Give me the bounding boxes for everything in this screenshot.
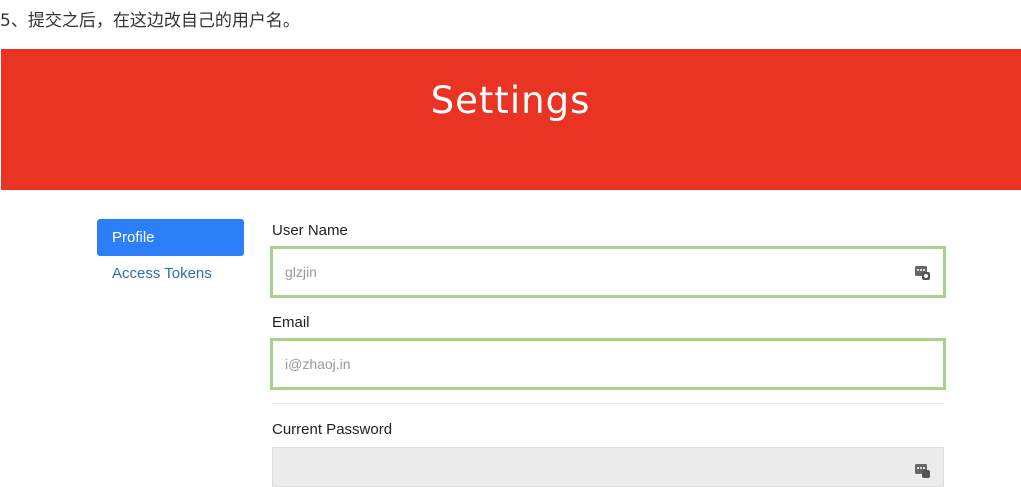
sidebar-item-profile[interactable]: Profile bbox=[97, 219, 244, 256]
instruction-caption: 5、提交之后，在这边改自己的用户名。 bbox=[0, 11, 300, 31]
username-field-wrapper bbox=[270, 246, 946, 298]
form-divider bbox=[272, 403, 944, 404]
password-manager-key-icon[interactable] bbox=[914, 462, 930, 478]
sidebar-item-access-tokens[interactable]: Access Tokens bbox=[112, 264, 212, 284]
email-field-wrapper bbox=[270, 338, 946, 390]
username-label: User Name bbox=[272, 222, 348, 239]
current-password-input[interactable] bbox=[283, 448, 883, 486]
current-password-field-wrapper bbox=[272, 447, 944, 487]
email-label: Email bbox=[272, 314, 310, 331]
email-input[interactable] bbox=[285, 341, 885, 387]
current-password-label: Current Password bbox=[272, 421, 393, 438]
page-title: Settings bbox=[430, 79, 591, 122]
password-manager-key-icon[interactable] bbox=[914, 264, 930, 280]
username-input[interactable] bbox=[285, 249, 885, 295]
